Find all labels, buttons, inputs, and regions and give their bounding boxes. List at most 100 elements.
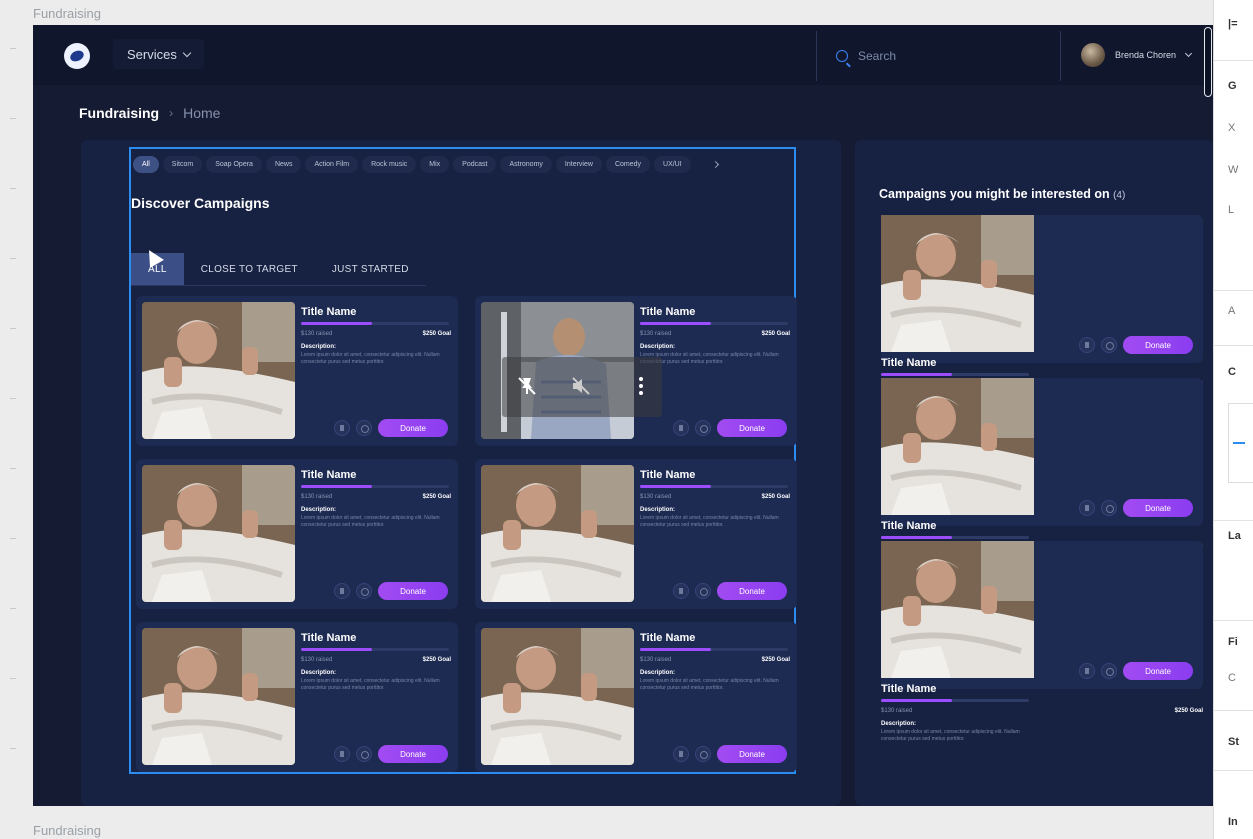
share-icon[interactable]	[356, 746, 372, 762]
bookmark-icon[interactable]	[673, 746, 689, 762]
share-icon[interactable]	[1101, 663, 1117, 679]
category-chip[interactable]: Interview	[555, 156, 602, 173]
volume-off-icon[interactable]	[570, 375, 592, 397]
bookmark-icon[interactable]	[334, 746, 350, 762]
bookmark-icon[interactable]	[1079, 663, 1095, 679]
fundraising-app-frame[interactable]: Services Search Brenda Choren Fundraisin…	[33, 25, 1213, 806]
inspector-toggle[interactable]: |=	[1214, 18, 1253, 30]
tab-just-started[interactable]: JUST STARTED	[315, 253, 426, 285]
scrollbar[interactable]	[1204, 27, 1212, 97]
raise-row: $130 raised $250 Goal	[301, 657, 451, 663]
category-chip[interactable]: All	[133, 156, 159, 173]
interested-card[interactable]: Title Name$130 raised$250 GoalDescriptio…	[881, 541, 1203, 742]
category-chip[interactable]: News	[265, 156, 302, 173]
description-text: Lorem ipsum dolor sit amet, consectetur …	[640, 515, 779, 528]
share-icon[interactable]	[356, 420, 372, 436]
campaign-title[interactable]: Title Name	[881, 520, 1203, 532]
category-chip[interactable]: Podcast	[453, 156, 497, 173]
bookmark-icon[interactable]	[334, 583, 350, 599]
breadcrumb-page[interactable]: Home	[183, 105, 220, 121]
category-chip[interactable]: Comedy	[605, 156, 651, 173]
inspector-section[interactable]: C	[1214, 366, 1253, 378]
donate-button[interactable]: Donate	[717, 582, 787, 600]
breadcrumb-section[interactable]: Fundraising	[79, 105, 159, 121]
campaign-photo[interactable]	[481, 628, 634, 765]
progress-fill	[640, 322, 712, 325]
chevron-right-icon[interactable]	[711, 160, 719, 169]
campaign-photo[interactable]	[142, 628, 295, 765]
bookmark-icon[interactable]	[673, 583, 689, 599]
campaign-title[interactable]: Title Name	[881, 357, 1203, 369]
inspector-field[interactable]: C	[1214, 672, 1253, 684]
donate-button[interactable]: Donate	[1123, 662, 1193, 680]
category-chip[interactable]: UX/UI	[654, 156, 691, 173]
campaign-card[interactable]: Title Name $130 raised $250 Goal Descriptio…	[475, 622, 797, 772]
frame-label-top[interactable]: Fundraising	[33, 6, 101, 21]
more-vertical-icon[interactable]	[639, 377, 643, 397]
campaign-card[interactable]: Title Name $130 raised $250 Goal Descriptio…	[475, 459, 797, 609]
campaign-card[interactable]: Title Name $130 raised $250 Goal Descriptio…	[136, 622, 458, 772]
share-icon[interactable]	[1101, 500, 1117, 516]
inspector-section[interactable]: St	[1214, 736, 1253, 748]
logo-icon[interactable]	[64, 43, 90, 69]
share-icon[interactable]	[695, 420, 711, 436]
inspector-section[interactable]: A	[1214, 305, 1253, 317]
campaign-card[interactable]: Title Name $130 raised $250 Goal Descriptio…	[136, 296, 458, 446]
constraints-widget[interactable]	[1228, 403, 1253, 483]
campaign-title[interactable]: Title Name	[301, 306, 451, 318]
donate-button[interactable]: Donate	[378, 419, 448, 437]
interested-card[interactable]: Title Name$130 raised$250 GoalDescriptio…	[881, 215, 1203, 416]
inspector-field[interactable]: L	[1214, 204, 1253, 216]
inspector-divider	[1214, 290, 1253, 291]
frame-label-bottom[interactable]: Fundraising	[33, 823, 101, 838]
bookmark-icon[interactable]	[1079, 500, 1095, 516]
campaign-title[interactable]: Title Name	[881, 683, 1203, 695]
bookmark-icon[interactable]	[673, 420, 689, 436]
donate-button[interactable]: Donate	[378, 582, 448, 600]
inspector-section[interactable]: G	[1214, 80, 1253, 92]
bookmark-icon[interactable]	[334, 420, 350, 436]
services-dropdown[interactable]: Services	[113, 39, 204, 69]
donate-button[interactable]: Donate	[1123, 336, 1193, 354]
inspector-field[interactable]: W	[1214, 164, 1253, 176]
pin-off-icon[interactable]	[516, 375, 538, 397]
campaign-title[interactable]: Title Name	[640, 632, 790, 644]
campaign-photo[interactable]	[142, 465, 295, 602]
category-chip[interactable]: Astronomy	[500, 156, 552, 173]
category-chip[interactable]: Soap Opera	[206, 156, 262, 173]
share-icon[interactable]	[1101, 337, 1117, 353]
share-icon[interactable]	[695, 583, 711, 599]
tab-close-to-target[interactable]: CLOSE TO TARGET	[184, 253, 315, 285]
campaign-title[interactable]: Title Name	[301, 632, 451, 644]
campaign-card[interactable]: Title Name $130 raised $250 Goal Descriptio…	[136, 459, 458, 609]
campaign-title[interactable]: Title Name	[640, 306, 790, 318]
category-chip[interactable]: Rock music	[362, 156, 417, 173]
campaign-title[interactable]: Title Name	[301, 469, 451, 481]
goal-amount: $250 Goal	[422, 657, 451, 663]
video-controls-overlay	[502, 357, 662, 417]
campaign-info: Title Name $130 raised $250 Goal Descriptio…	[640, 469, 790, 529]
campaign-info: Title Name $130 raised $250 Goal Descriptio…	[301, 306, 451, 366]
donate-button[interactable]: Donate	[717, 419, 787, 437]
interested-card[interactable]: Title Name$130 raised$250 GoalDescriptio…	[881, 378, 1203, 579]
donate-button[interactable]: Donate	[717, 745, 787, 763]
category-chip[interactable]: Mix	[420, 156, 450, 173]
user-menu[interactable]: Brenda Choren	[1081, 43, 1193, 67]
category-chip[interactable]: Sitcom	[162, 156, 203, 173]
inspector-section[interactable]: La	[1214, 530, 1253, 542]
share-icon[interactable]	[695, 746, 711, 762]
donate-button[interactable]: Donate	[378, 745, 448, 763]
category-chip[interactable]: Action Film	[305, 156, 359, 173]
donate-button[interactable]: Donate	[1123, 499, 1193, 517]
bookmark-icon[interactable]	[1079, 337, 1095, 353]
inspector-section[interactable]: Fi	[1214, 636, 1253, 648]
search-input[interactable]: Search	[836, 49, 896, 63]
campaign-photo[interactable]	[481, 465, 634, 602]
interested-count: (4)	[1113, 190, 1126, 201]
campaign-title[interactable]: Title Name	[640, 469, 790, 481]
inspector-field[interactable]: X	[1214, 122, 1253, 134]
campaign-photo[interactable]	[142, 302, 295, 439]
card-actions: Donate	[1079, 336, 1193, 354]
inspector-section[interactable]: In	[1214, 816, 1253, 828]
share-icon[interactable]	[356, 583, 372, 599]
